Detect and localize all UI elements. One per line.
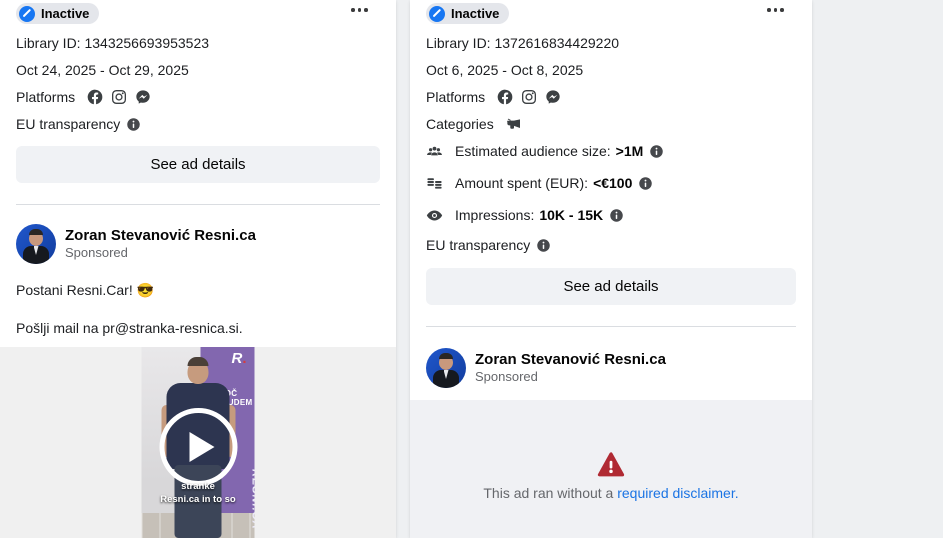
info-icon[interactable] bbox=[536, 238, 551, 253]
warning-triangle-icon bbox=[596, 450, 626, 480]
sponsored-label: Sponsored bbox=[65, 245, 256, 261]
eu-transparency-row: EU transparency bbox=[16, 114, 380, 134]
card-header: Inactive bbox=[410, 0, 812, 25]
instagram-icon bbox=[111, 89, 127, 105]
card-header: Inactive bbox=[0, 0, 396, 25]
play-button-icon[interactable] bbox=[159, 408, 237, 486]
impressions-row: Impressions: 10K - 15K bbox=[426, 205, 796, 225]
date-range: Oct 24, 2025 - Oct 29, 2025 bbox=[16, 60, 380, 80]
instagram-icon bbox=[521, 89, 537, 105]
sponsored-label: Sponsored bbox=[475, 369, 666, 385]
advertiser-name: Zoran Stevanović Resni.ca bbox=[475, 351, 666, 369]
advertiser-profile: Zoran Stevanović Resni.ca Sponsored bbox=[0, 224, 396, 264]
ad-card-left: Inactive Library ID: 1343256693953523 Oc… bbox=[0, 0, 396, 538]
inactive-status-icon bbox=[429, 6, 445, 22]
ad-preview-area: This ad ran without a required disclaime… bbox=[410, 400, 812, 538]
info-icon[interactable] bbox=[638, 176, 653, 191]
megaphone-icon bbox=[506, 116, 522, 132]
ad-body-line2: Pošlji mail na pr@stranka-resnica.si. bbox=[0, 318, 396, 338]
eye-icon bbox=[426, 207, 443, 224]
video-thumbnail[interactable]: R. MOČ LJUDEM RESNI.CA stranke Resni.ca … bbox=[142, 347, 255, 538]
categories-row: Categories bbox=[426, 114, 796, 134]
divider bbox=[16, 204, 380, 205]
library-id: Library ID: 1343256693953523 bbox=[16, 33, 380, 53]
more-options-icon[interactable] bbox=[765, 6, 786, 14]
ad-media-area: R. MOČ LJUDEM RESNI.CA stranke Resni.ca … bbox=[0, 347, 396, 538]
info-icon[interactable] bbox=[609, 208, 624, 223]
status-label: Inactive bbox=[41, 7, 89, 20]
required-disclaimer-link[interactable]: required disclaimer. bbox=[617, 485, 738, 501]
facebook-icon bbox=[87, 89, 103, 105]
money-stacks-icon bbox=[426, 175, 443, 192]
divider bbox=[426, 326, 796, 327]
ad-card-right: Inactive Library ID: 1372616834429220 Oc… bbox=[410, 0, 812, 538]
facebook-icon bbox=[497, 89, 513, 105]
messenger-icon bbox=[545, 89, 561, 105]
platforms-row: Platforms bbox=[426, 87, 796, 107]
status-badge: Inactive bbox=[426, 3, 509, 24]
audience-size-row: Estimated audience size: >1M bbox=[426, 141, 796, 161]
avatar bbox=[426, 348, 466, 388]
info-icon[interactable] bbox=[649, 144, 664, 159]
info-icon[interactable] bbox=[126, 117, 141, 132]
more-options-icon[interactable] bbox=[349, 6, 370, 14]
video-caption: stranke Resni.ca in to so bbox=[142, 480, 255, 506]
ad-body-line1: Postani Resni.Car! 😎 bbox=[0, 280, 396, 300]
library-id: Library ID: 1372616834429220 bbox=[426, 33, 796, 53]
amount-spent-row: Amount spent (EUR): <€100 bbox=[426, 173, 796, 193]
eu-transparency-row: EU transparency bbox=[426, 235, 796, 255]
messenger-icon bbox=[135, 89, 151, 105]
see-ad-details-button[interactable]: See ad details bbox=[16, 146, 380, 183]
see-ad-details-button[interactable]: See ad details bbox=[426, 268, 796, 305]
status-label: Inactive bbox=[451, 7, 499, 20]
date-range: Oct 6, 2025 - Oct 8, 2025 bbox=[426, 60, 796, 80]
inactive-status-icon bbox=[19, 6, 35, 22]
audience-icon bbox=[426, 143, 443, 160]
status-badge: Inactive bbox=[16, 3, 99, 24]
avatar bbox=[16, 224, 56, 264]
banner-logo: R. bbox=[231, 350, 246, 367]
disclaimer-warning-text: This ad ran without a required disclaime… bbox=[483, 485, 738, 501]
advertiser-name: Zoran Stevanović Resni.ca bbox=[65, 227, 256, 245]
advertiser-profile: Zoran Stevanović Resni.ca Sponsored bbox=[410, 348, 812, 388]
platforms-row: Platforms bbox=[16, 87, 380, 107]
